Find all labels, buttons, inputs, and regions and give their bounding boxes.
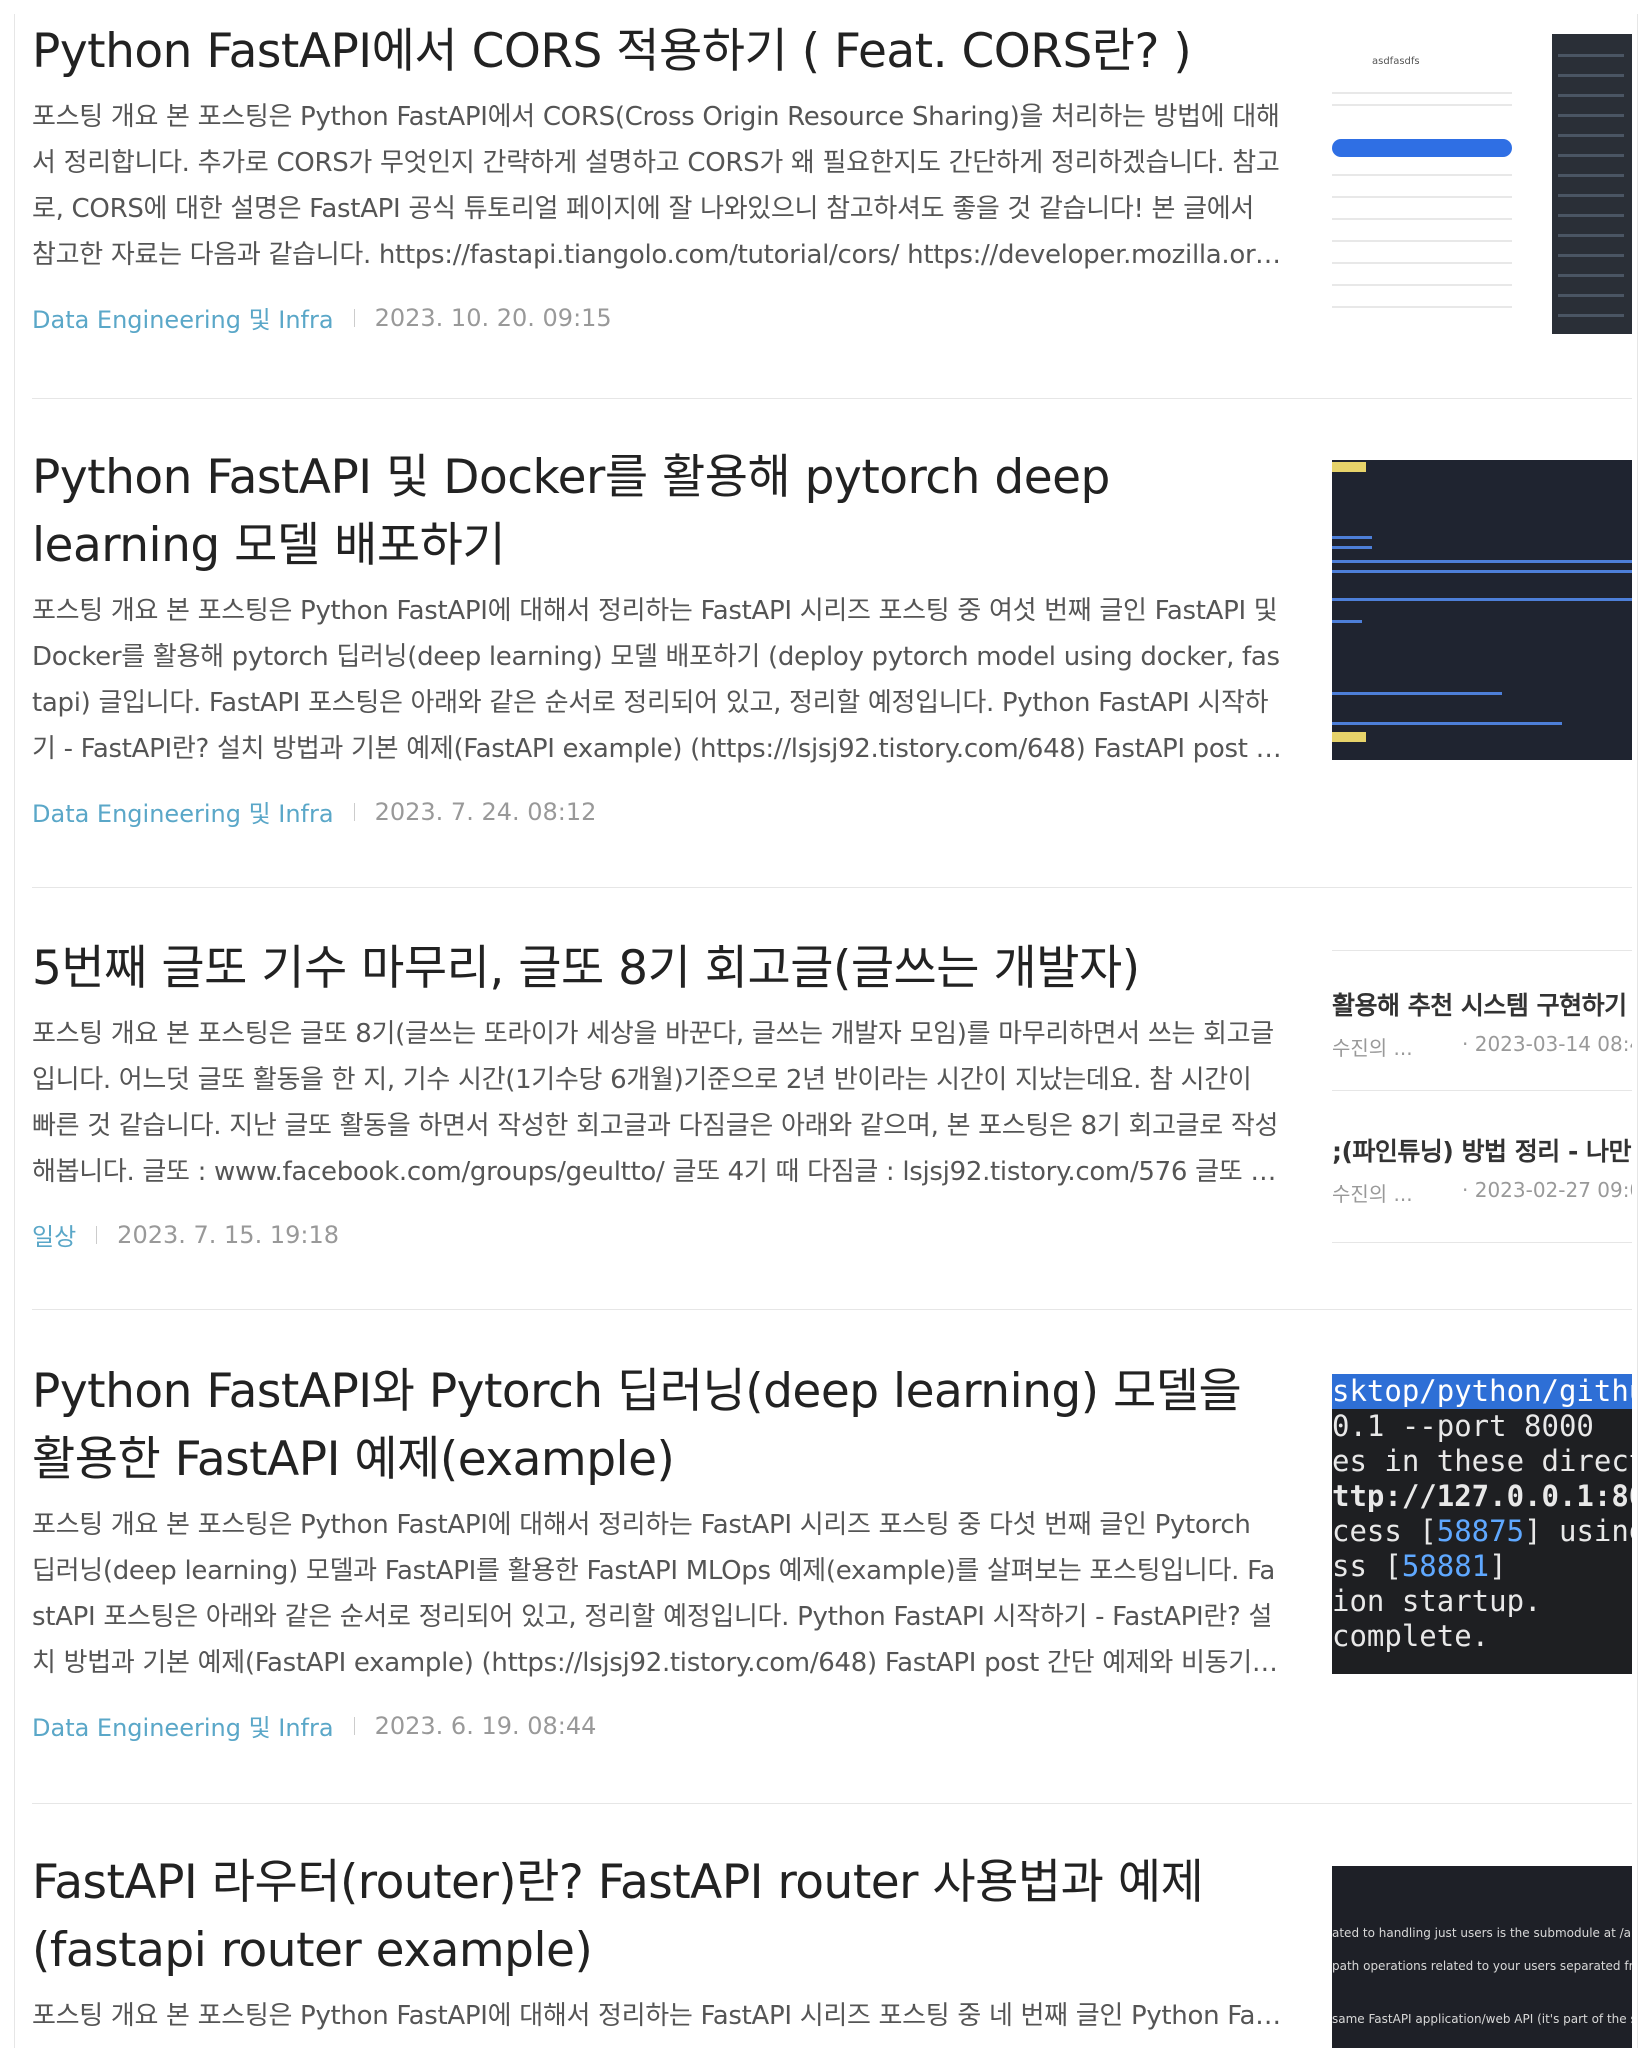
post-date: 2023. 7. 24. 08:12 <box>374 797 597 826</box>
thumb-terminal-line: complete. <box>1332 1619 1490 1653</box>
post-category[interactable]: Data Engineering 및 Infra <box>32 300 334 335</box>
post-date: 2023. 6. 19. 08:44 <box>374 1711 597 1740</box>
thumb-submit-bar <box>1332 139 1512 157</box>
meta-separator <box>353 308 355 327</box>
post-category[interactable]: Data Engineering 및 Infra <box>32 1708 334 1743</box>
post-divider <box>32 1309 1632 1310</box>
thumb-terminal-line: 0.1 --port 8000 <box>1332 1409 1594 1443</box>
post-divider <box>32 1803 1632 1804</box>
post-thumbnail[interactable]: ated to handling just users is the submo… <box>1332 1866 1632 2048</box>
post-category[interactable]: Data Engineering 및 Infra <box>32 794 334 829</box>
thumb-terminal-line: ss [58881] <box>1332 1549 1507 1583</box>
post-excerpt: 포스팅 개요 본 포스팅은 Python FastAPI에 대해서 정리하는 F… <box>32 596 1280 764</box>
post-title[interactable]: 5번째 글또 기수 마무리, 글또 8기 회고글(글쓰는 개발자) <box>32 935 1282 1003</box>
thumb-doc-line: ated to handling just users is the submo… <box>1332 1926 1632 1940</box>
thumb-terminal-line: ion startup. <box>1332 1584 1542 1618</box>
thumb-related-title: ;(파인튜닝) 방법 정리 - 나만 <box>1332 1137 1632 1166</box>
post-excerpt: 포스팅 개요 본 포스팅은 Python FastAPI에서 CORS(Cros… <box>32 102 1280 270</box>
thumb-related-author: 수진의 ... <box>1332 1182 1413 1206</box>
thumb-terminal-line: ttp://127.0.0.1:800 <box>1332 1479 1632 1513</box>
thumb-ui-panel <box>1332 34 1552 334</box>
post-category[interactable]: 일상 <box>32 1217 76 1252</box>
meta-separator <box>353 1716 355 1735</box>
thumb-devtools-panel <box>1552 34 1632 334</box>
thumb-caption: asdfasdfs <box>1372 56 1420 67</box>
post-meta: Data Engineering 및 Infra 2023. 6. 19. 08… <box>32 1708 1632 1743</box>
post-excerpt: 포스팅 개요 본 포스팅은 Python FastAPI에 대해서 정리하는 F… <box>32 2001 1279 2031</box>
post-date: 2023. 10. 20. 09:15 <box>374 303 612 332</box>
post-thumbnail[interactable] <box>1332 460 1632 760</box>
post-excerpt: 포스팅 개요 본 포스팅은 글또 8기(글쓰는 또라이가 세상을 바꾼다, 글쓰… <box>32 1019 1279 1187</box>
post-thumbnail[interactable]: asdfasdfs <box>1332 34 1632 334</box>
meta-separator <box>353 802 355 821</box>
post-date: 2023. 7. 15. 19:18 <box>117 1220 339 1249</box>
thumb-terminal-line: cess [58875] using <box>1332 1514 1632 1548</box>
post-thumbnail[interactable]: sktop/python/github 0.1 --port 8000 es i… <box>1332 1374 1632 1674</box>
post-excerpt: 포스팅 개요 본 포스팅은 Python FastAPI에 대해서 정리하는 F… <box>32 1510 1280 1678</box>
thumb-doc-line: path operations related to your users se… <box>1332 1959 1632 1973</box>
thumb-related-date: · 2023-02-27 09:0 <box>1462 1178 1632 1202</box>
thumb-doc-line: same FastAPI application/web API (it's p… <box>1332 2012 1632 2026</box>
post-title[interactable]: Python FastAPI 및 Docker를 활용해 pytorch dee… <box>32 444 1282 580</box>
thumb-related-title: 활용해 추천 시스템 구현하기 <box>1332 991 1627 1020</box>
thumb-related-author: 수진의 ... <box>1332 1036 1413 1060</box>
thumb-terminal-line: es in these directo <box>1332 1444 1632 1478</box>
post-thumbnail[interactable]: 활용해 추천 시스템 구현하기 수진의 ... · 2023-03-14 08:… <box>1332 950 1632 1250</box>
post-title[interactable]: FastAPI 라우터(router)란? FastAPI router 사용법… <box>32 1849 1282 1985</box>
thumb-related-date: · 2023-03-14 08:4 <box>1462 1032 1632 1056</box>
meta-separator <box>96 1225 98 1244</box>
post-divider <box>32 398 1632 399</box>
post-title[interactable]: Python FastAPI와 Pytorch 딥러닝(deep learnin… <box>32 1358 1282 1494</box>
thumb-terminal-line: sktop/python/github <box>1332 1374 1632 1409</box>
post-meta: Data Engineering 및 Infra 2023. 7. 24. 08… <box>32 794 1632 829</box>
post-title[interactable]: Python FastAPI에서 CORS 적용하기 ( Feat. CORS란… <box>32 18 1282 86</box>
post-divider <box>32 887 1632 888</box>
